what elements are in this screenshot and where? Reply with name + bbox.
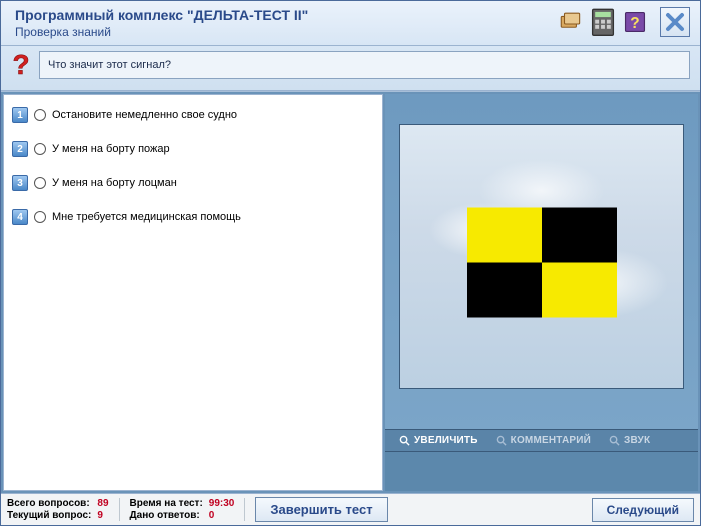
next-button[interactable]: Следующий [592, 498, 694, 522]
question-mark-icon: ? [11, 50, 33, 80]
time-value: 99:30 [209, 498, 235, 509]
comment-label: КОММЕНТАРИЙ [511, 435, 591, 446]
sound-label: ЗВУК [624, 435, 650, 446]
answer-number-badge: 4 [12, 209, 28, 225]
close-button[interactable] [660, 7, 690, 37]
main-area: 1 Остановите немедленно свое судно 2 У м… [1, 91, 700, 493]
comment-button[interactable]: КОММЕНТАРИЙ [488, 433, 599, 448]
answer-number-badge: 2 [12, 141, 28, 157]
answer-option[interactable]: 4 Мне требуется медицинская помощь [12, 203, 374, 237]
media-footer [385, 451, 698, 491]
answer-label: У меня на борту лоцман [52, 177, 177, 189]
answer-option[interactable]: 1 Остановите немедленно свое судно [12, 101, 374, 135]
answered-value: 0 [209, 510, 235, 521]
media-toolbar: УВЕЛИЧИТЬ КОММЕНТАРИЙ ЗВУК [385, 429, 698, 451]
app-title: Программный комплекс "ДЕЛЬТА-ТЕСТ II" [15, 7, 308, 23]
svg-text:?: ? [630, 15, 639, 32]
magnifier-icon [609, 435, 620, 446]
question-bar: ? Что значит этот сигнал? [1, 46, 700, 91]
signal-flag-icon [467, 207, 617, 317]
radio-icon[interactable] [34, 177, 46, 189]
answered-label: Дано ответов: [130, 510, 203, 521]
time-label: Время на тест: [130, 498, 203, 509]
cards-icon[interactable] [558, 11, 584, 33]
help-book-icon[interactable]: ? [622, 11, 648, 33]
current-question-value: 9 [97, 510, 108, 521]
current-question-label: Текущий вопрос: [7, 510, 91, 521]
sound-button[interactable]: ЗВУК [601, 433, 658, 448]
answer-label: Остановите немедленно свое судно [52, 109, 237, 121]
total-questions-label: Всего вопросов: [7, 498, 91, 509]
answer-number-badge: 3 [12, 175, 28, 191]
answer-number-badge: 1 [12, 107, 28, 123]
app-header: Программный комплекс "ДЕЛЬТА-ТЕСТ II" Пр… [1, 1, 700, 46]
finish-test-button[interactable]: Завершить тест [255, 497, 387, 522]
total-questions-value: 89 [97, 498, 108, 509]
question-text: Что значит этот сигнал? [39, 51, 690, 79]
calculator-icon[interactable] [590, 11, 616, 33]
answer-label: У меня на борту пожар [52, 143, 170, 155]
zoom-label: УВЕЛИЧИТЬ [414, 435, 478, 446]
zoom-button[interactable]: УВЕЛИЧИТЬ [391, 433, 486, 448]
magnifier-icon [496, 435, 507, 446]
svg-text:?: ? [12, 50, 29, 80]
media-viewport [385, 94, 698, 429]
signal-image [399, 124, 684, 389]
radio-icon[interactable] [34, 211, 46, 223]
status-bar: Всего вопросов: 89 Текущий вопрос: 9 Вре… [1, 493, 700, 525]
answer-label: Мне требуется медицинская помощь [52, 211, 241, 223]
answer-option[interactable]: 3 У меня на борту лоцман [12, 169, 374, 203]
radio-icon[interactable] [34, 143, 46, 155]
magnifier-icon [399, 435, 410, 446]
app-subtitle: Проверка знаний [15, 25, 308, 39]
answers-panel: 1 Остановите немедленно свое судно 2 У м… [3, 94, 383, 491]
media-panel: УВЕЛИЧИТЬ КОММЕНТАРИЙ ЗВУК [385, 94, 698, 491]
answer-option[interactable]: 2 У меня на борту пожар [12, 135, 374, 169]
radio-icon[interactable] [34, 109, 46, 121]
